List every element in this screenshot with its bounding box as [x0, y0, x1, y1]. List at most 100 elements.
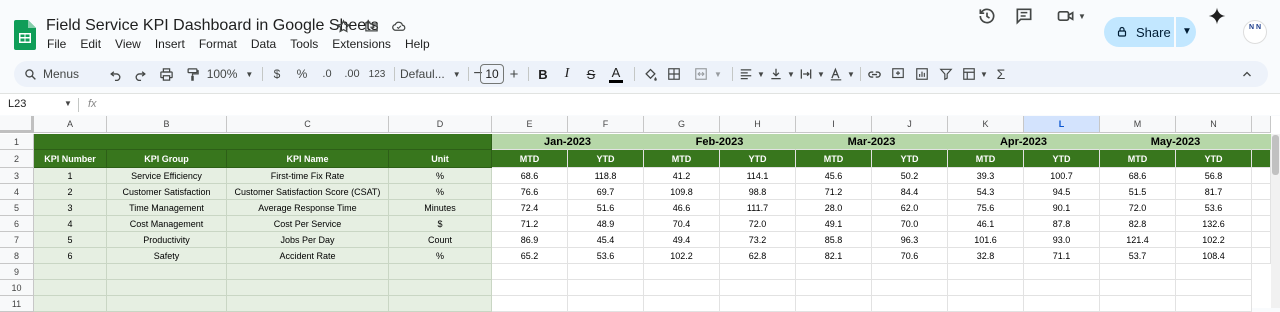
empty-cell[interactable] — [1100, 296, 1176, 312]
empty-cell[interactable] — [948, 264, 1024, 280]
table-cell[interactable]: 53.6 — [1176, 200, 1252, 216]
table-cell[interactable]: 62.0 — [872, 200, 948, 216]
table-cell[interactable]: 81.7 — [1176, 184, 1252, 200]
table-cell[interactable]: 53.7 — [1100, 248, 1176, 264]
table-cell[interactable]: 71.1 — [1024, 248, 1100, 264]
table-cell[interactable]: Count — [389, 232, 492, 248]
table-cell[interactable]: 72.4 — [492, 200, 568, 216]
table-cell[interactable]: Productivity — [107, 232, 227, 248]
column-title[interactable]: KPI Name — [227, 150, 389, 168]
empty-cell[interactable] — [720, 296, 796, 312]
empty-cell[interactable] — [1100, 264, 1176, 280]
table-cell[interactable]: 70.4 — [644, 216, 720, 232]
table-cell[interactable]: Cost Per Service — [227, 216, 389, 232]
ytd-header[interactable]: YTD — [872, 150, 948, 168]
table-cell[interactable]: 73.2 — [720, 232, 796, 248]
table-cell[interactable]: 96.3 — [872, 232, 948, 248]
column-header-l[interactable]: L — [1024, 116, 1100, 133]
column-header-h[interactable]: H — [720, 116, 796, 133]
ytd-header[interactable]: YTD — [1024, 150, 1100, 168]
empty-cell[interactable] — [34, 280, 107, 296]
table-cell[interactable]: 84.4 — [872, 184, 948, 200]
ytd-header[interactable]: YTD — [720, 150, 796, 168]
table-cell[interactable]: 68.6 — [1100, 168, 1176, 184]
empty-cell[interactable] — [644, 296, 720, 312]
star-icon[interactable] — [334, 17, 352, 35]
month-header[interactable]: May-2023 — [1100, 134, 1252, 150]
empty-cell[interactable] — [1024, 264, 1100, 280]
table-cell[interactable]: Jobs Per Day — [227, 232, 389, 248]
table-cell[interactable]: 71.2 — [492, 216, 568, 232]
font-family-select[interactable]: Defaul... ▼ — [400, 61, 462, 87]
column-header-b[interactable]: B — [107, 116, 227, 133]
table-cell[interactable]: 118.8 — [568, 168, 644, 184]
empty-cell[interactable] — [568, 280, 644, 296]
filter-icon[interactable] — [936, 61, 956, 87]
row-header-2[interactable]: 2 — [0, 150, 34, 168]
empty-cell[interactable] — [872, 280, 948, 296]
decrease-decimal-button[interactable]: .0 — [316, 61, 338, 87]
increase-font-size-button[interactable]: + — [508, 61, 520, 87]
table-cell[interactable]: 93.0 — [1024, 232, 1100, 248]
sheet-grid[interactable]: A B C D E F G H I J K L M N 1 2 3 4 5 6 7 8 9 10 11 Jan-2023 Feb-2… — [0, 116, 1280, 312]
table-cell[interactable]: 69.7 — [568, 184, 644, 200]
table-cell[interactable] — [1252, 248, 1271, 264]
table-cell[interactable] — [1252, 232, 1271, 248]
print-icon[interactable] — [156, 61, 176, 87]
share-dropdown-icon[interactable]: ▼ — [1182, 26, 1192, 37]
mtd-header[interactable]: MTD — [796, 150, 872, 168]
mtd-header[interactable]: MTD — [1100, 150, 1176, 168]
menu-extensions[interactable]: Extensions — [325, 37, 398, 51]
table-cell[interactable]: Time Management — [107, 200, 227, 216]
column-header-a[interactable]: A — [34, 116, 107, 133]
empty-cell[interactable] — [227, 296, 389, 312]
table-cell[interactable]: Cost Management — [107, 216, 227, 232]
empty-cell[interactable] — [1024, 296, 1100, 312]
zoom-select[interactable]: 100% ▼ — [204, 61, 256, 87]
menu-insert[interactable]: Insert — [148, 37, 192, 51]
table-cell[interactable]: 72.0 — [720, 216, 796, 232]
number-format-button[interactable]: 123 — [366, 61, 388, 87]
table-cell[interactable]: Service Efficiency — [107, 168, 227, 184]
column-header-j[interactable]: J — [872, 116, 948, 133]
table-cell[interactable]: 56.8 — [1176, 168, 1252, 184]
table-cell[interactable]: 114.1 — [720, 168, 796, 184]
table-cell[interactable]: 108.4 — [1176, 248, 1252, 264]
empty-cell[interactable] — [1176, 296, 1252, 312]
table-cell[interactable]: 1 — [34, 168, 107, 184]
text-wrapping-icon[interactable]: ▼ — [798, 61, 826, 87]
column-title[interactable]: KPI Number — [34, 150, 107, 168]
table-cell[interactable]: 102.2 — [644, 248, 720, 264]
mtd-header[interactable]: MTD — [644, 150, 720, 168]
account-avatar[interactable]: N N — [1243, 20, 1267, 44]
month-header[interactable]: Jan-2023 — [492, 134, 644, 150]
currency-format-button[interactable]: $ — [268, 61, 286, 87]
month-header[interactable]: Mar-2023 — [796, 134, 948, 150]
column-header-e[interactable]: E — [492, 116, 568, 133]
empty-cell[interactable] — [107, 280, 227, 296]
table-cell[interactable]: Customer Satisfaction Score (CSAT) — [227, 184, 389, 200]
empty-cell[interactable] — [720, 280, 796, 296]
menu-format[interactable]: Format — [192, 37, 244, 51]
column-header-f[interactable]: F — [568, 116, 644, 133]
menu-view[interactable]: View — [108, 37, 148, 51]
empty-cell[interactable] — [948, 280, 1024, 296]
empty-cell[interactable] — [1176, 280, 1252, 296]
empty-cell[interactable] — [872, 264, 948, 280]
table-cell[interactable]: 75.6 — [948, 200, 1024, 216]
table-cell[interactable]: 72.0 — [1100, 200, 1176, 216]
empty-cell[interactable] — [389, 280, 492, 296]
menu-file[interactable]: File — [40, 37, 73, 51]
redo-icon[interactable] — [131, 61, 149, 87]
table-cell[interactable] — [1252, 168, 1271, 184]
row-header-9[interactable]: 9 — [0, 264, 34, 280]
column-header-n[interactable]: N — [1176, 116, 1252, 133]
row-header-7[interactable]: 7 — [0, 232, 34, 248]
table-cell[interactable]: 53.6 — [568, 248, 644, 264]
name-box[interactable]: L23 — [8, 98, 26, 110]
comments-icon[interactable] — [1012, 4, 1036, 28]
table-cell[interactable]: Accident Rate — [227, 248, 389, 264]
table-cell[interactable]: 94.5 — [1024, 184, 1100, 200]
bold-icon[interactable]: B — [534, 61, 552, 87]
month-header[interactable]: Apr-2023 — [948, 134, 1100, 150]
